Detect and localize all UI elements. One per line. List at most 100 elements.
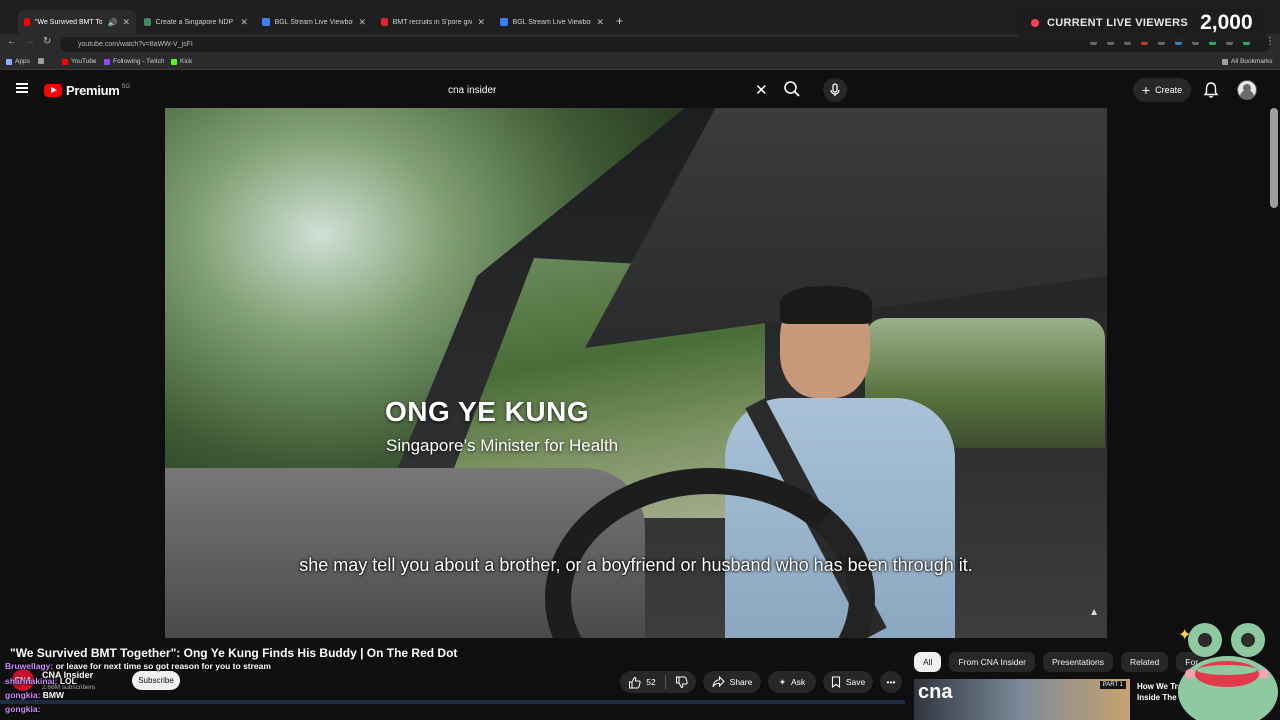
clear-search-icon[interactable]: ✕ [755,81,768,99]
viewers-label: CURRENT LIVE VIEWERS [1047,17,1189,29]
chat-message: sharinakinai: LOL [5,676,77,686]
bookmarks-bar: Apps YouTube Following - Twitch Kick All… [0,54,1280,70]
tab-favicon-icon [144,18,151,26]
cna-watermark-icon: ▲ [1089,607,1099,618]
subscribe-button[interactable]: Subscribe [132,671,180,690]
youtube-favicon-icon [24,18,30,26]
search-input[interactable]: cna insider [437,79,777,101]
browser-tab-5[interactable]: BGL Stream Live Viewbots ✕ [494,12,610,32]
record-dot-icon [1031,19,1039,27]
browser-menu-icon[interactable]: ⋮ [1265,36,1275,47]
kick-icon [171,58,177,65]
chip-presentations[interactable]: Presentations [1043,652,1113,672]
youtube-header: Premium SG cna insider [0,72,1280,108]
thumbs-down-icon[interactable] [675,676,688,689]
logo-text: Premium [66,83,120,98]
video-caption: she may tell you about a brother, or a b… [299,555,973,575]
save-button[interactable]: Save [823,671,873,693]
youtube-play-icon [44,84,62,97]
new-tab-button[interactable]: + [616,14,623,28]
browser-tab-1[interactable]: "We Survived BMT Together" 🔊 ✕ [18,10,136,34]
ask-label: Ask [790,677,806,687]
menu-icon[interactable] [16,83,28,93]
bookmark-kick[interactable]: Kick [171,58,192,65]
close-icon[interactable]: ✕ [358,17,366,28]
live-viewers-overlay: CURRENT LIVE VIEWERS 2,000 [1017,4,1267,42]
thumbs-up-icon[interactable] [628,676,641,689]
account-avatar[interactable] [1237,80,1257,100]
chat-message: Bruwellagy: or leave for next time so go… [5,661,271,671]
close-icon[interactable]: ✕ [122,17,130,28]
video-player[interactable]: ONG YE KUNG Singapore’s Minister for Hea… [165,108,1107,638]
svg-text:✦: ✦ [1178,625,1191,644]
bookmark-apps[interactable]: Apps [6,58,30,65]
share-button[interactable]: Share [703,671,761,693]
lower-third-name: ONG YE KUNG [385,396,590,427]
hover-progress-strip [0,700,905,704]
tab-title: BGL Stream Live Viewbots [274,18,354,26]
create-button[interactable]: + Create [1133,78,1191,102]
all-bookmarks[interactable]: All Bookmarks [1222,58,1273,65]
save-label: Save [845,677,866,687]
chip-from-cna-insider[interactable]: From CNA Insider [949,652,1035,672]
recommendation-chips: All From CNA Insider Presentations Relat… [914,652,1208,672]
chat-text: LOL [59,676,77,686]
chip-related[interactable]: Related [1120,652,1169,672]
close-icon[interactable]: ✕ [596,17,604,28]
thumbnail-logo: cna [918,681,953,703]
chat-username: gongkia: [5,704,41,714]
plus-icon: + [1141,82,1151,98]
more-horizontal-icon: ••• [886,677,896,687]
bookmark-label: All Bookmarks [1231,58,1273,65]
thumbnail-tag: PART 1 [1099,681,1126,689]
country-code: SG [121,83,131,90]
viewers-count: 2,000 [1200,11,1253,34]
close-icon[interactable]: ✕ [240,17,248,28]
tab-title: "We Survived BMT Together" [34,18,103,26]
lower-third-role: Singapore’s Minister for Health [386,436,619,455]
apps-grid-icon [6,58,12,65]
close-icon[interactable]: ✕ [477,17,485,28]
chat-message: gongkia: BMW [5,690,64,700]
divider [664,675,666,689]
bookmark-label: YouTube [71,58,97,65]
driver-hair [780,286,872,324]
tab-favicon-icon [500,18,508,26]
tab-favicon-icon [262,18,270,26]
bookmark-youtube[interactable]: YouTube [62,58,97,65]
tab-title: BGL Stream Live Viewbots [512,18,592,26]
browser-tab-3[interactable]: BGL Stream Live Viewbots ✕ [256,12,372,32]
speaker-icon: 🔊 [107,17,118,27]
create-label: Create [1155,85,1183,95]
reload-icon[interactable]: ↻ [43,36,51,47]
folder-icon [1222,58,1228,65]
related-video-thumbnail[interactable]: cna PART 1 [914,679,1130,720]
forward-arrow-icon[interactable]: → [25,36,35,47]
back-arrow-icon[interactable]: ← [7,36,17,47]
chat-username: Bruwellagy: [5,661,54,671]
page-scrollbar[interactable] [1270,108,1278,208]
chat-username: gongkia: [5,690,41,700]
like-count[interactable]: 52 [646,677,655,687]
search-icon[interactable] [783,80,801,98]
bookmark-twitch[interactable]: Following - Twitch [104,58,165,65]
tab-favicon-icon [381,18,388,26]
youtube-logo[interactable]: Premium SG [44,83,130,98]
browser-tab-4[interactable]: BMT recruits in S'pore given m ✕ [375,12,491,32]
bookmark-grid[interactable] [38,58,44,64]
url-text: youtube.com/watch?v=8aWW-V_jsFI [78,41,193,48]
browser-tab-2[interactable]: Create a Singapore NDP Song ✕ [138,12,254,32]
tab-title: BMT recruits in S'pore given m [392,18,473,26]
voice-search-button[interactable] [823,78,847,102]
chip-all[interactable]: All [914,652,942,672]
grid-icon [38,58,44,64]
chat-text: BMW [42,690,65,700]
notifications-bell-icon[interactable] [1203,81,1219,99]
bookmark-label: Kick [180,58,193,65]
bookmark-icon [831,676,840,688]
video-title: "We Survived BMT Together": Ong Ye Kung … [10,646,458,660]
sparkle-icon: ✦ [778,676,786,687]
chat-username: sharinakinai: [5,676,58,686]
ask-button[interactable]: ✦ Ask [768,671,816,693]
more-actions-button[interactable]: ••• [880,671,902,693]
